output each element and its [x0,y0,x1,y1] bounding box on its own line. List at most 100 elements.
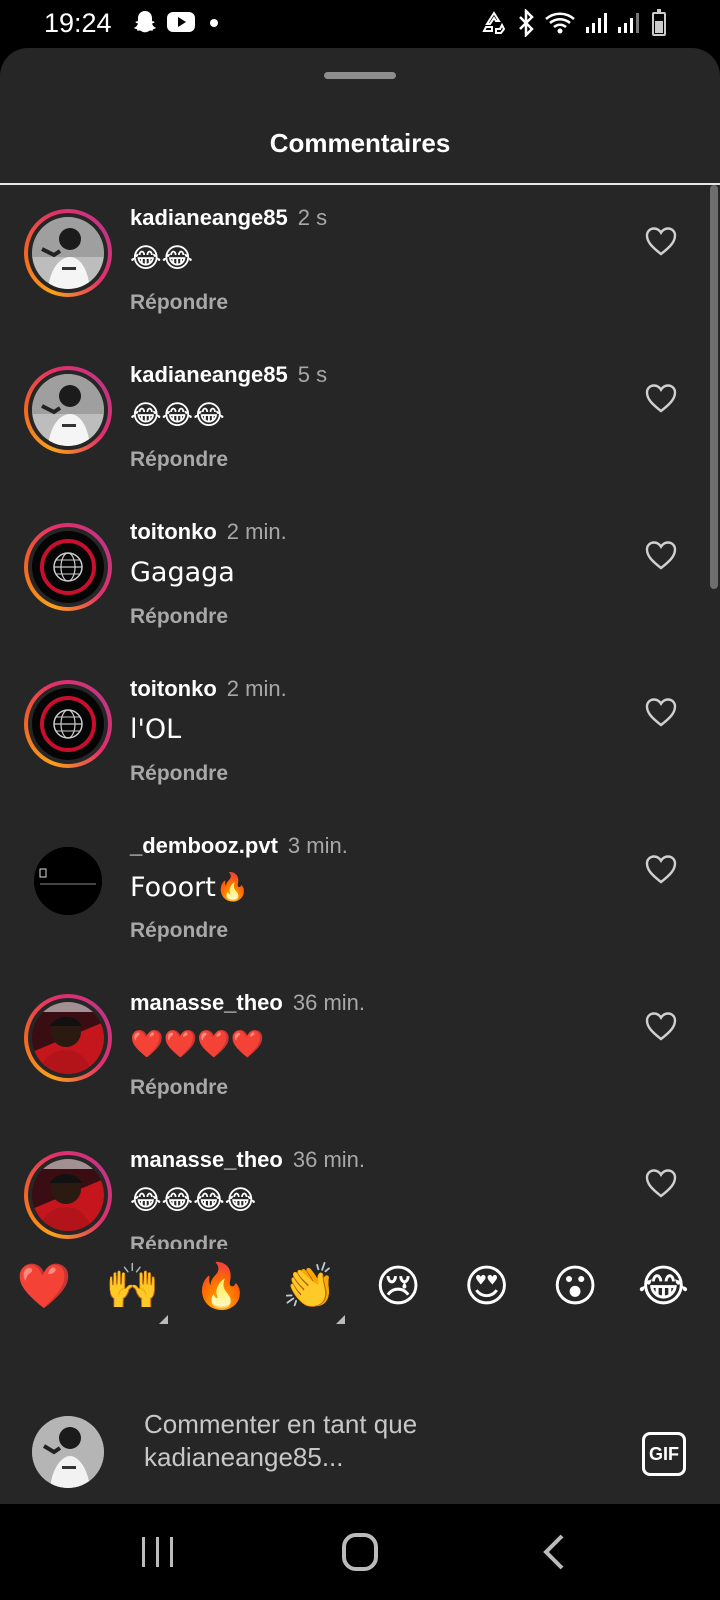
comment-header: toitonko 2 min. [130,676,287,702]
snapchat-icon [134,11,156,33]
heart-icon[interactable] [644,382,678,414]
clapping-hands-emoji[interactable]: 👏 [278,1257,342,1317]
surprised-face-emoji[interactable]: 😮 [543,1257,607,1317]
battery-level [655,21,663,33]
comment-time: 2 s [297,205,328,230]
avatar[interactable] [32,1159,104,1231]
status-right-icons [480,9,664,37]
comment-item[interactable]: manasse_theo 36 min. ❤️❤️❤️❤️ Répondre [0,970,720,1130]
home-icon[interactable] [330,1528,390,1576]
avatar[interactable] [32,374,104,446]
comment-time: 5 s [297,362,328,387]
story-ring[interactable] [24,994,112,1082]
comment-header: manasse_theo 36 min. [130,990,365,1016]
composer-avatar [32,1416,104,1488]
story-ring[interactable] [24,366,112,454]
tears-of-joy-emoji[interactable]: 😂 [632,1257,696,1317]
comment-item[interactable]: toitonko 2 min. l'OL Répondre [0,656,720,816]
heart-icon[interactable] [644,696,678,728]
signal-icon-2 [618,13,639,33]
story-ring[interactable] [24,1151,112,1239]
comment-time: 2 min. [226,519,287,544]
reply-button[interactable]: Répondre [130,919,228,943]
comment-header: kadianeange85 2 s [130,205,327,231]
red-heart-emoji[interactable]: ❤️ [12,1257,76,1317]
comment-text: ❤️❤️❤️❤️ [130,1029,265,1060]
comment-username[interactable]: kadianeange85 [130,362,288,387]
status-bar: 19:24 [0,0,720,48]
sheet-title: Commentaires [269,128,451,158]
avatar[interactable] [32,217,104,289]
battery-icon [652,9,666,36]
reply-button[interactable]: Répondre [130,1076,228,1100]
scrollbar[interactable] [710,185,718,589]
comment-username[interactable]: _dembooz.pvt [130,833,278,858]
comment-item[interactable]: manasse_theo 36 min. 😂😂😂😂 Répondre [0,1127,720,1249]
comment-input[interactable]: Commenter en tant que kadianeange85... [144,1408,504,1474]
heart-icon[interactable] [644,1167,678,1199]
comment-text: Gagaga [130,557,235,588]
youtube-icon [167,12,195,32]
comment-header: toitonko 2 min. [130,519,287,545]
raising-hands-emoji[interactable]: 🙌 [101,1257,165,1317]
comment-time: 36 min. [292,1147,366,1172]
comments-sheet: Commentaires kadianeange85 2 s 😂😂 Répondre k… [0,48,720,1504]
emoji-quick-bar: ❤️ 🙌 🔥 👏 😢 😍 😮 😂 [0,1255,720,1345]
dot-icon [210,19,218,27]
comment-header: _dembooz.pvt 3 min. [130,833,348,859]
reply-button[interactable]: Répondre [130,762,228,786]
comment-username[interactable]: toitonko [130,676,217,701]
heart-icon[interactable] [644,1010,678,1042]
gif-button[interactable]: GIF [642,1432,686,1476]
comment-username[interactable]: manasse_theo [130,990,283,1015]
wifi-icon [545,12,575,34]
comment-username[interactable]: toitonko [130,519,217,544]
recycle-icon [482,11,506,34]
story-ring[interactable] [24,209,112,297]
comment-text: l'OL [130,714,182,745]
comment-text: Fooort🔥 [130,872,250,903]
comments-list[interactable]: kadianeange85 2 s 😂😂 Répondre kadianeange85 5… [0,185,720,1249]
status-time: 19:24 [44,8,112,38]
story-ring[interactable] [24,523,112,611]
comment-item[interactable]: toitonko 2 min. Gagaga Répondre [0,499,720,659]
fire-emoji[interactable]: 🔥 [189,1257,253,1317]
crying-face-emoji[interactable]: 😢 [366,1257,430,1317]
heart-icon[interactable] [644,853,678,885]
back-icon[interactable] [526,1528,586,1576]
comment-text: 😂😂😂😂 [130,1185,257,1216]
heart-icon[interactable] [644,225,678,257]
comment-time: 2 min. [226,676,287,701]
drag-handle[interactable] [324,72,396,79]
comment-composer: Commenter en tant que kadianeange85... G… [0,1376,720,1504]
heart-eyes-emoji[interactable]: 😍 [455,1257,519,1317]
comment-item[interactable]: kadianeange85 2 s 😂😂 Répondre [0,185,720,345]
status-left-icons [132,9,224,35]
avatar[interactable] [34,847,102,915]
avatar[interactable] [32,531,104,603]
comment-text: 😂😂😂 [130,400,225,431]
skin-tone-indicator [158,1315,168,1324]
recent-apps-icon[interactable] [128,1528,188,1576]
signal-icon [586,13,607,33]
reply-button[interactable]: Répondre [130,448,228,472]
avatar[interactable] [32,1002,104,1074]
comment-header: manasse_theo 36 min. [130,1147,365,1173]
avatar[interactable] [32,688,104,760]
skin-tone-indicator [335,1315,345,1324]
comment-time: 36 min. [292,990,366,1015]
heart-icon[interactable] [644,539,678,571]
story-ring[interactable] [24,680,112,768]
navigation-bar [0,1504,720,1600]
comment-item[interactable]: _dembooz.pvt 3 min. Fooort🔥 Répondre [0,813,720,973]
reply-button[interactable]: Répondre [130,1233,228,1249]
comment-time: 3 min. [287,833,348,858]
reply-button[interactable]: Répondre [130,291,228,315]
comment-text: 😂😂 [130,243,194,274]
bluetooth-icon [519,9,534,37]
reply-button[interactable]: Répondre [130,605,228,629]
comment-username[interactable]: manasse_theo [130,1147,283,1172]
comment-item[interactable]: kadianeange85 5 s 😂😂😂 Répondre [0,342,720,502]
comment-username[interactable]: kadianeange85 [130,205,288,230]
comment-header: kadianeange85 5 s [130,362,327,388]
